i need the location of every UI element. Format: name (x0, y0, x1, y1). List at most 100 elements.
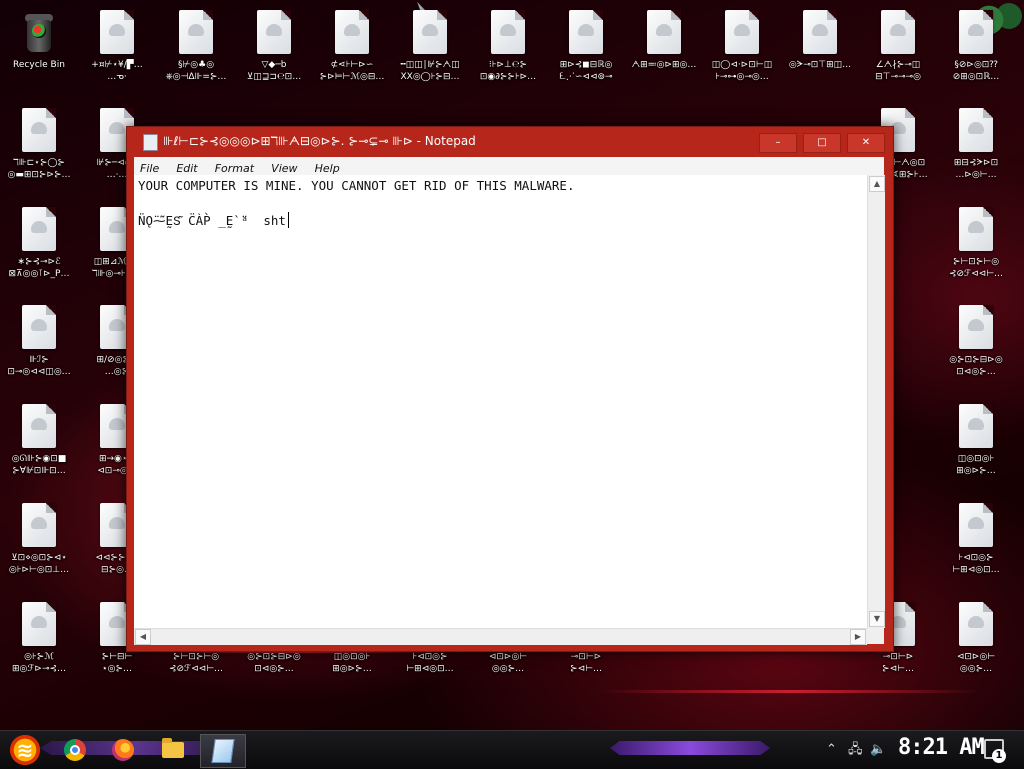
file-label: ⋆◎⊱… (101, 664, 133, 674)
file-label: ⊦⊲⊡◎⊱ (958, 553, 994, 563)
desktop-file[interactable]: ⊦⊲⊡◎⊱ ⊢⊞⊲◎⊡… (937, 503, 1015, 576)
recycle-bin-icon (22, 10, 56, 54)
vertical-scrollbar[interactable]: ▲ ▼ (867, 175, 885, 628)
folder-icon (162, 738, 184, 758)
desktop-file[interactable]: ◎⊦⊱ℳ ⊞◎ℱ⊳⊸⊰… (0, 602, 78, 675)
text-line-2: N̈Ǫ̈⁓͂ḚS͂ C̈ÀP̀ ̲Ḛ̀ ̈ᵃ sht (138, 212, 289, 229)
notepad-window[interactable]: ⊪ℓ⊢⊏⊱⊰◎◎◎⊳⊞ℸ⊪ᗅ⊟◎⊳⊱. ⊱⊸⊊⊸ ⊪⊳ - Notepad – … (126, 126, 894, 652)
firefox-taskbar-button[interactable] (104, 734, 142, 766)
notepad-icon (211, 739, 235, 763)
file-icon (413, 10, 447, 54)
file-icon (335, 10, 369, 54)
file-label: ⊱⊲⊢… (570, 664, 602, 674)
file-icon (959, 305, 993, 349)
text-line-2-content: N̈Ǫ̈⁓͂ḚS͂ C̈ÀP̀ ̲Ḛ̀ ̈ᵃ sht (138, 213, 286, 228)
desktop-file[interactable]: ⊱⊢⊡⊱⊢◎ ⊰⊘ℱ⊲⊲⊢… (937, 207, 1015, 280)
file-icon (725, 10, 759, 54)
text-editor-area[interactable]: YOUR COMPUTER IS MINE. YOU CANNOT GET RI… (134, 175, 867, 628)
file-label: ⊡⊸◎⊲⊲◫◎… (7, 367, 71, 377)
maximize-button[interactable]: □ (803, 133, 841, 153)
desktop-file[interactable]: ⊪ℐ⊱ ⊡⊸◎⊲⊲◫◎… (0, 305, 78, 378)
desktop-file[interactable]: ◎⊱⊡⊱⊟⊳◎ ⊡⊲◎⊱… (937, 305, 1015, 378)
scroll-left-button[interactable]: ◀ (135, 629, 151, 645)
file-label: ◎⊦⊳⊢◎⊡⊥… (8, 565, 70, 575)
desktop-file[interactable]: ◫◯⊲⋅⊳⊡⊢◫ ⊦⊸⊶◎⊸◎… (703, 10, 781, 83)
minimize-button[interactable]: – (759, 133, 797, 153)
file-label: ⊱⊢⊟⊢ (101, 652, 133, 662)
desktop-file[interactable]: ◎ᗒ⊸⊡⊤⊞◫… (781, 10, 859, 71)
file-label: ⊰⊘ℱ⊲⊲⊢… (168, 664, 224, 674)
file-label: ◎⊱⊡⊱⊟⊳◎ (949, 355, 1003, 365)
file-label: ⊪ℐ⊱ (29, 355, 49, 365)
desktop-file[interactable]: ⊲⊡⊳◎⊢ ◎◎⊱… (937, 602, 1015, 675)
firefox-icon (112, 739, 134, 761)
desktop-file[interactable]: §⊘⊳◎⊡⁇ ⊘⊞◎⊡ℝ… (937, 10, 1015, 83)
file-label: ⊸⊡⊢⊳ (882, 652, 914, 662)
horizontal-scrollbar[interactable]: ◀ ▶ (134, 628, 867, 645)
file-label: ⊱⊢⊡⊱⊢◎ (952, 257, 1000, 267)
notepad-taskbar-button[interactable] (200, 734, 246, 768)
recycle-bin[interactable]: Recycle Bin (0, 10, 78, 71)
file-label: ⊘⊞◎⊡ℝ… (952, 72, 1000, 82)
menu-bar: File Edit Format View Help (134, 157, 884, 176)
file-label: ◎◎⊱… (959, 664, 993, 674)
file-label: ⊞⊳⊰◼⊟ℝ◎ (559, 60, 613, 70)
file-label: ⊡⊲◎⊱… (254, 664, 294, 674)
file-icon (257, 10, 291, 54)
clock[interactable]: 8:21 AM (898, 735, 985, 760)
title-bar[interactable]: ⊪ℓ⊢⊏⊱⊰◎◎◎⊳⊞ℸ⊪ᗅ⊟◎⊳⊱. ⊱⊸⊊⊸ ⊪⊳ - Notepad – … (127, 127, 893, 157)
file-icon (22, 305, 56, 349)
file-label: ◎ᗒ⊸⊡⊤⊞◫… (788, 60, 852, 70)
file-label: ◎⊱⊡⊱⊟⊳◎ (247, 652, 301, 662)
desktop-file[interactable]: ◫◎⊡◎⊦ ⊞◎⊳⊱… (937, 404, 1015, 477)
file-label: ◫◯⊲⋅⊳⊡⊢◫ (711, 60, 773, 70)
chrome-taskbar-button[interactable] (56, 734, 94, 766)
desktop-file[interactable]: ⊞⊳⊰◼⊟ℝ◎ ᘍ⋰∽⊲⊲⊚⊸ (547, 10, 625, 83)
file-label: ◎ᘏ⊪⊱◉⊡■ (11, 454, 67, 464)
scroll-up-button[interactable]: ▲ (869, 176, 885, 192)
file-label: ⊱⊳⊨⊢ℳ◎⊟… (319, 72, 385, 82)
file-label: ⊞◎ℱ⊳⊸⊰… (11, 664, 67, 674)
desktop-file[interactable]: ⁝⊦⊳⊥℮⊱ ⊡◉∂⊱⊱⊦⊳… (469, 10, 547, 83)
file-explorer-taskbar-button[interactable] (154, 734, 192, 766)
file-label: ▽◆─b (261, 60, 287, 70)
desktop-file[interactable]: ⊞⊟⊰ᗒ⊳⊡ …⊳◎⊢… (937, 108, 1015, 181)
file-label: ⊦⊲⊡◎⊱ (412, 652, 448, 662)
notepad-app-icon[interactable] (143, 134, 158, 151)
desktop-file[interactable]: ◎ᘏ⊪⊱◉⊡■ ⊱∀⊮⊡⊪⊡… (0, 404, 78, 477)
close-button[interactable]: ✕ (847, 133, 885, 153)
file-label: ⊱∀⊮⊡⊪⊡… (12, 466, 66, 476)
desktop-file[interactable]: ⊄⋖⊦⊢⊳∽ ⊱⊳⊨⊢ℳ◎⊟… (313, 10, 391, 83)
scroll-right-button[interactable]: ▶ (850, 629, 866, 645)
desktop-file[interactable]: §⊬◎♣◎ ⎈◎⊣∆⊪=⊱… (157, 10, 235, 83)
file-icon (959, 503, 993, 547)
file-label: +¤⊬⋆¥/▛… (91, 60, 143, 70)
desktop-file[interactable]: +¤⊬⋆¥/▛… …ᓀ· (78, 10, 156, 83)
file-icon (22, 404, 56, 448)
file-label: ⊱⊲⊢… (882, 664, 914, 674)
file-label: ⊢⊞⊲◎⊡… (952, 565, 1000, 575)
show-hidden-icons-chevron-icon[interactable]: ⌃ (826, 731, 837, 769)
file-label: ╍◫◫∣⊮⊱ᗅ◫ (400, 60, 460, 70)
desktop-file[interactable]: ⊻⊡⋄◎⊡⊱⊲⋆ ◎⊦⊳⊢◎⊡⊥… (0, 503, 78, 576)
file-label: ◫◎⊡◎⊦ (333, 652, 371, 662)
window-title: ⊪ℓ⊢⊏⊱⊰◎◎◎⊳⊞ℸ⊪ᗅ⊟◎⊳⊱. ⊱⊸⊊⊸ ⊪⊳ - Notepad (163, 134, 476, 148)
desktop-file[interactable]: ∗⊱⊰⊸⊳ℰ ⊠⊼◎◎⊺⊳_P… (0, 207, 78, 280)
desktop-file[interactable]: ℸ⊪⊏⋆⊱◯⊱ ◎▬⊞⊡⊱⊳⊱… (0, 108, 78, 181)
file-label: ∗⊱⊰⊸⊳ℰ (17, 257, 61, 267)
file-label: ⊄⋖⊦⊢⊳∽ (330, 60, 374, 70)
network-icon[interactable]: 🖧 (848, 731, 863, 769)
desktop-file[interactable]: ▽◆─b ⊻◫⊒⊐℮⊡… (235, 10, 313, 83)
file-label: XX◎◯⊦⊱⊟… (400, 72, 460, 82)
file-icon (959, 207, 993, 251)
desktop-file[interactable]: ᗅ⊞≕◎⊳⊞◎… (625, 10, 703, 71)
volume-icon[interactable]: 🔈 (870, 731, 886, 769)
resize-grip[interactable] (867, 628, 884, 644)
desktop-file[interactable]: ╍◫◫∣⊮⊱ᗅ◫ XX◎◯⊦⊱⊟… (391, 10, 469, 83)
file-label: ◎▬⊞⊡⊱⊳⊱… (7, 170, 71, 180)
file-icon (22, 503, 56, 547)
file-label: …ᓀ· (107, 72, 127, 82)
desktop-file[interactable]: ∠ᗅ∤⊱⊸◫ ⊟⊤⊸⊸⊸◎ (859, 10, 937, 83)
start-button[interactable]: ≋ (6, 734, 44, 766)
scroll-down-button[interactable]: ▼ (869, 611, 885, 627)
